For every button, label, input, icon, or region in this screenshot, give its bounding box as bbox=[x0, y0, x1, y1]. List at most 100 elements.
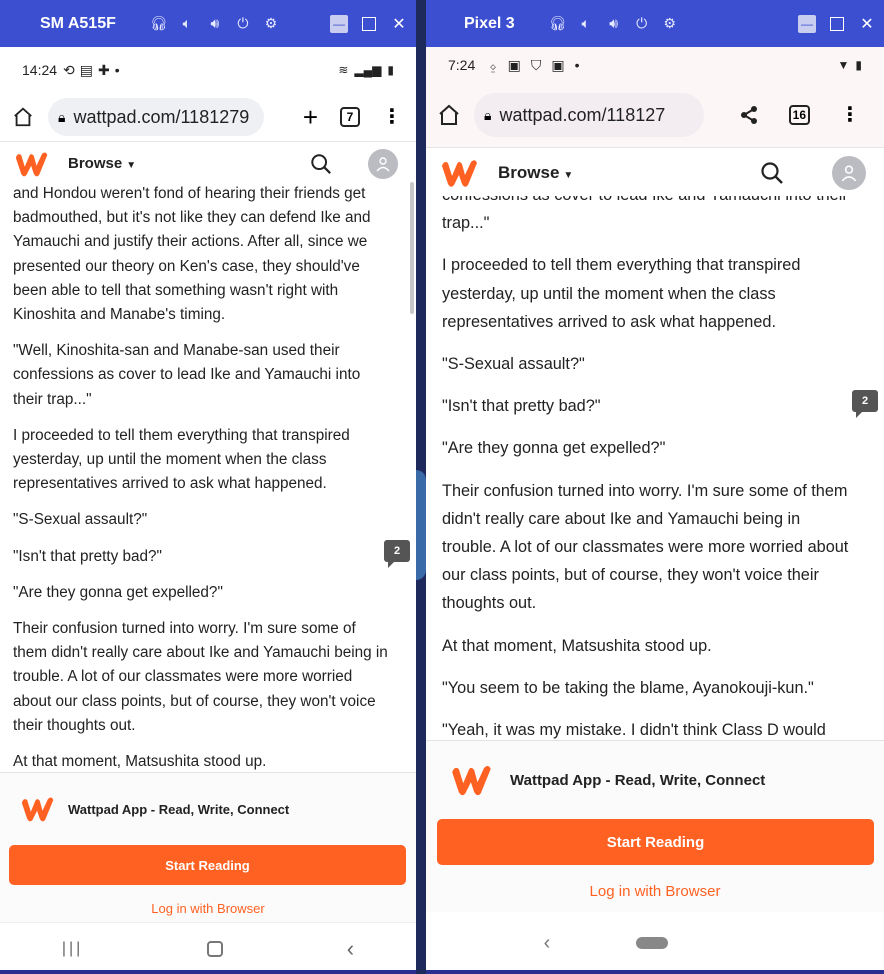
login-with-browser-link[interactable]: Log in with Browser bbox=[0, 901, 416, 916]
dot-icon: • bbox=[574, 57, 580, 73]
scrollbar[interactable] bbox=[410, 182, 414, 314]
wattpad-logo[interactable] bbox=[14, 149, 50, 179]
headphones-icon[interactable]: 🎧︎ bbox=[150, 15, 168, 32]
browser-toolbar: 🔒︎ wattpad.com/118127 16 ⋮ bbox=[426, 83, 884, 147]
battery-icon: ▮ bbox=[855, 58, 862, 72]
clipped-line: confessions as cover to lead Ike and Yam… bbox=[442, 196, 858, 209]
more-menu-icon[interactable]: ⋮ bbox=[382, 107, 402, 127]
wattpad-logo bbox=[452, 765, 491, 796]
headphones-icon[interactable]: 🎧︎ bbox=[549, 15, 567, 32]
signal-icon: ▂▄▆ bbox=[354, 63, 382, 77]
system-icons: ≋ ▂▄▆ ▮ bbox=[338, 47, 394, 93]
address-bar[interactable]: 🔒︎ wattpad.com/118127 bbox=[474, 93, 704, 137]
gear-icon[interactable]: ⚙ bbox=[661, 15, 679, 32]
paragraph: "Are they gonna get expelled?" bbox=[13, 583, 223, 601]
home-icon[interactable] bbox=[10, 104, 36, 130]
gear-icon[interactable]: ⚙ bbox=[262, 15, 280, 32]
story-text: confessions as cover to lead Ike and Yam… bbox=[426, 196, 884, 740]
browser-toolbar: 🔒︎ wattpad.com/1181279 + 7 ⋮ bbox=[0, 93, 416, 141]
minimize-button[interactable]: — bbox=[330, 14, 348, 33]
home-button[interactable] bbox=[207, 940, 224, 957]
browse-menu[interactable]: Browse ▼ bbox=[68, 155, 136, 172]
volume-up-icon[interactable]: 🔊︎ bbox=[605, 15, 623, 32]
promo-title: Wattpad App - Read, Write, Connect bbox=[68, 801, 290, 817]
dot-icon: • bbox=[114, 62, 120, 78]
dual-device-mirror: SM A515F 🎧︎ 🔈︎ 🔊︎ ⏻ ⚙ — ✕ 14:24 ⟲ ▤ ✚ • bbox=[0, 0, 884, 974]
avatar[interactable] bbox=[368, 149, 398, 179]
lock-icon: 🔒︎ bbox=[484, 106, 492, 123]
search-icon[interactable] bbox=[310, 153, 332, 175]
volume-down-icon[interactable]: 🔈︎ bbox=[577, 15, 595, 32]
share-icon[interactable] bbox=[739, 105, 759, 125]
paragraph: and Hondou weren't fond of hearing their… bbox=[13, 185, 371, 324]
app-promo-panel: Wattpad App - Read, Write, Connect Start… bbox=[0, 772, 416, 922]
app-icon: ▤ bbox=[79, 61, 94, 78]
volume-down-icon[interactable]: 🔈︎ bbox=[178, 15, 196, 32]
puzzle-icon: ✚ bbox=[98, 61, 110, 78]
close-button[interactable]: ✕ bbox=[858, 15, 876, 33]
power-icon[interactable]: ⏻ bbox=[234, 15, 252, 32]
close-button[interactable]: ✕ bbox=[390, 15, 408, 33]
device-window-left: SM A515F 🎧︎ 🔈︎ 🔊︎ ⏻ ⚙ — ✕ 14:24 ⟲ ▤ ✚ • bbox=[0, 0, 416, 974]
maximize-button[interactable] bbox=[828, 15, 846, 33]
inline-comment-badge[interactable]: 2 bbox=[384, 540, 410, 568]
window-titlebar: Pixel 3 🎧︎ 🔈︎ 🔊︎ ⏻ ⚙ — ✕ bbox=[426, 0, 884, 47]
paragraph: At that moment, Matsushita stood up. bbox=[13, 753, 267, 770]
promo-app-row: Wattpad App - Read, Write, Connect bbox=[426, 741, 884, 819]
paragraph: "Yeah, it was my mistake. I didn't think… bbox=[442, 721, 826, 740]
browse-menu[interactable]: Browse ▼ bbox=[498, 163, 573, 183]
promo-title: Wattpad App - Read, Write, Connect bbox=[510, 771, 766, 789]
lock-icon: 🔒︎ bbox=[58, 108, 66, 125]
maximize-button[interactable] bbox=[360, 15, 378, 33]
device-window-right: Pixel 3 🎧︎ 🔈︎ 🔊︎ ⏻ ⚙ — ✕ 7:24 ⍚ ▣ ⛉ ▣ • bbox=[426, 0, 884, 974]
login-with-browser-link[interactable]: Log in with Browser bbox=[426, 883, 884, 900]
power-icon[interactable]: ⏻ bbox=[633, 15, 651, 32]
start-reading-button[interactable]: Start Reading bbox=[9, 845, 406, 885]
inline-comment-badge[interactable]: 2 bbox=[852, 390, 878, 418]
browse-label: Browse bbox=[68, 155, 123, 172]
titlebar-controls: 🎧︎ 🔈︎ 🔊︎ ⏻ ⚙ bbox=[549, 15, 679, 32]
promo-app-row: Wattpad App - Read, Write, Connect bbox=[0, 773, 416, 845]
paragraph: "You seem to be taking the blame, Ayanok… bbox=[442, 678, 814, 697]
status-bar: 14:24 ⟲ ▤ ✚ • ≋ ▂▄▆ ▮ bbox=[0, 47, 416, 93]
user-icon bbox=[841, 165, 857, 182]
chevron-down-icon: ▼ bbox=[126, 160, 137, 171]
wattpad-logo[interactable] bbox=[440, 156, 480, 190]
battery-icon: ▮ bbox=[387, 63, 394, 77]
paragraph: "Well, Kinoshita-san and Manabe-san used… bbox=[13, 342, 361, 408]
window-controls: — ✕ bbox=[798, 0, 876, 47]
device-name: SM A515F bbox=[40, 14, 116, 32]
paragraph: "S-Sexual assault?" bbox=[442, 355, 585, 374]
window-divider bbox=[416, 0, 426, 974]
browse-label: Browse bbox=[498, 162, 560, 182]
new-tab-icon[interactable]: + bbox=[303, 104, 318, 130]
back-button[interactable]: ‹ bbox=[347, 936, 354, 962]
avatar[interactable] bbox=[832, 156, 866, 190]
paragraph: "Are they gonna get expelled?" bbox=[442, 439, 666, 458]
chevron-down-icon: ▼ bbox=[563, 169, 574, 181]
paragraph: I proceeded to tell them everything that… bbox=[442, 256, 801, 331]
recents-button[interactable]: ||| bbox=[62, 940, 83, 958]
home-icon[interactable] bbox=[436, 102, 462, 128]
back-button[interactable]: ‹ bbox=[544, 932, 551, 955]
android-navbar: ||| ‹ bbox=[0, 922, 416, 974]
home-button[interactable] bbox=[636, 937, 669, 949]
more-menu-icon[interactable]: ⋮ bbox=[840, 105, 860, 125]
volume-up-icon[interactable]: 🔊︎ bbox=[206, 15, 224, 32]
story-text: and Hondou weren't fond of hearing their… bbox=[0, 182, 416, 770]
tab-switcher-button[interactable]: 7 bbox=[340, 107, 360, 127]
start-reading-button[interactable]: Start Reading bbox=[437, 819, 874, 865]
paragraph: trap..." bbox=[442, 214, 490, 233]
sync-icon: ⟲ bbox=[63, 61, 75, 78]
window-controls: — ✕ bbox=[330, 0, 408, 47]
device-name: Pixel 3 bbox=[464, 14, 515, 32]
tab-switcher-button[interactable]: 16 bbox=[788, 105, 810, 125]
app-icon: ▣ bbox=[507, 56, 521, 73]
window-bottom-border bbox=[426, 970, 884, 974]
paragraph: "Isn't that pretty bad?" bbox=[442, 397, 601, 416]
paragraph: Their confusion turned into worry. I'm s… bbox=[442, 481, 849, 613]
address-bar[interactable]: 🔒︎ wattpad.com/1181279 bbox=[48, 98, 264, 136]
wifi-icon: ≋ bbox=[338, 63, 349, 77]
minimize-button[interactable]: — bbox=[798, 14, 816, 33]
search-icon[interactable] bbox=[760, 161, 784, 185]
